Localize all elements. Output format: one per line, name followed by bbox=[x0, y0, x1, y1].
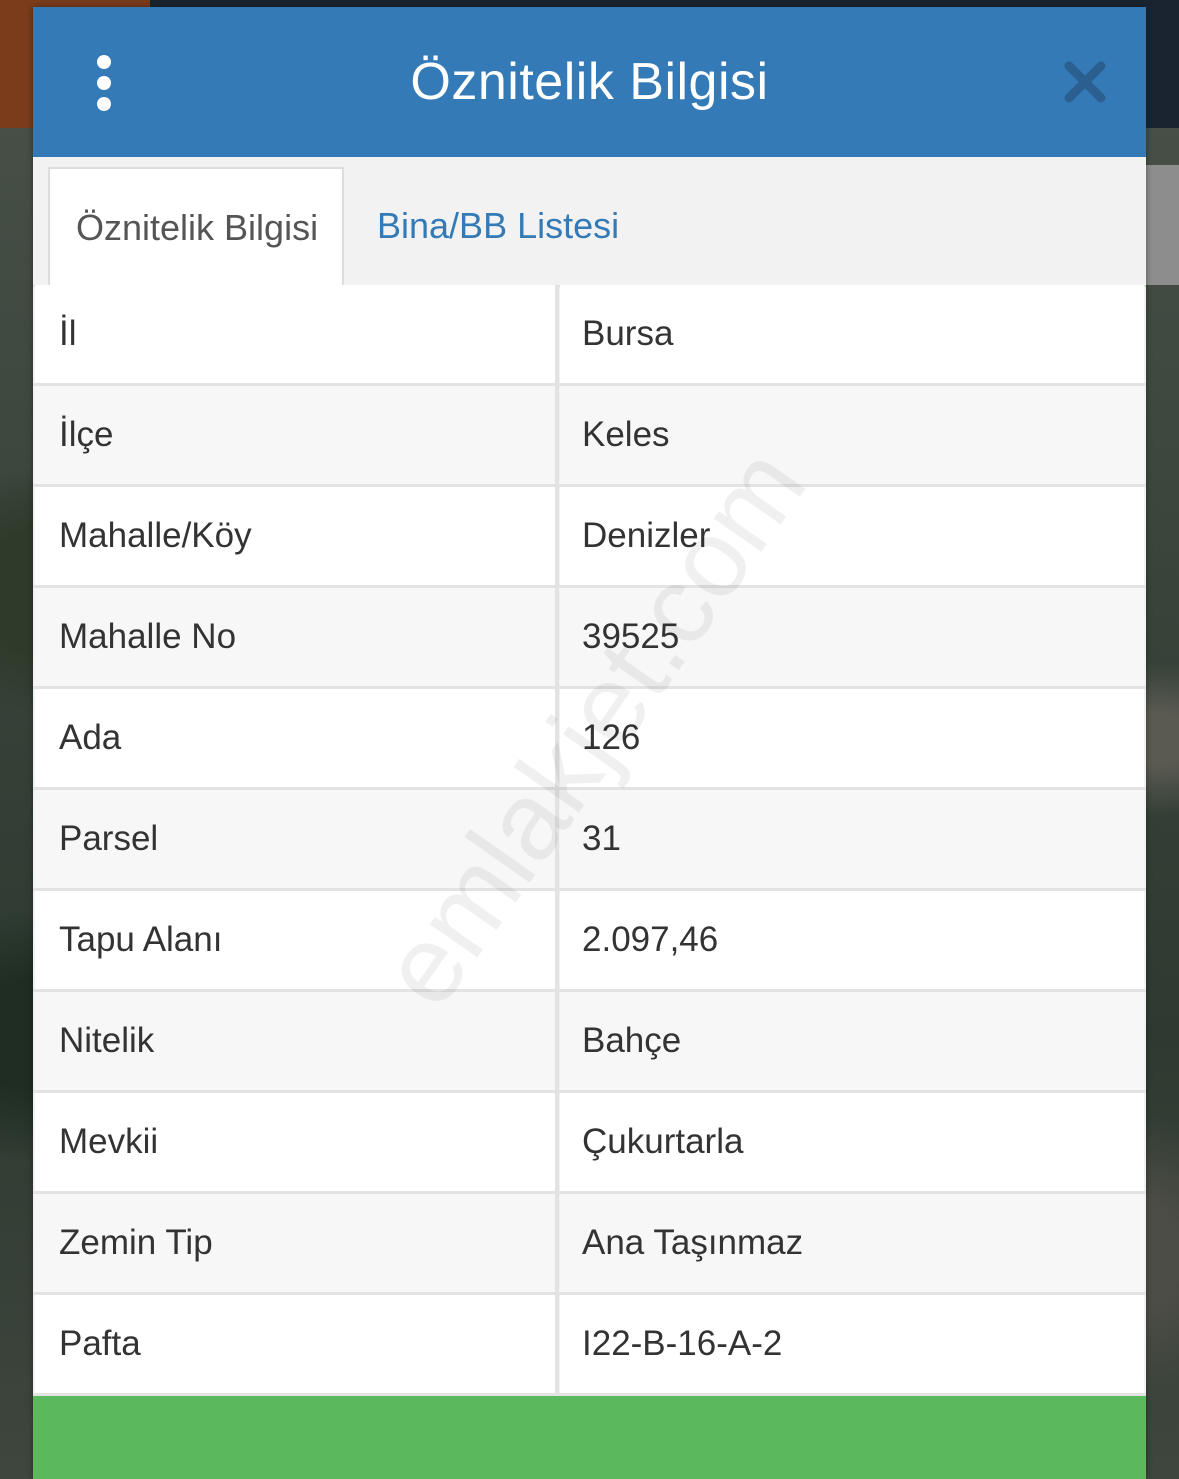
table-row: Mahalle No 39525 bbox=[33, 588, 1146, 689]
vertical-dots-icon[interactable] bbox=[95, 55, 113, 111]
attribute-key: Mevkii bbox=[35, 1093, 557, 1191]
table-row: Nitelik Bahçe bbox=[33, 992, 1146, 1093]
column-divider bbox=[555, 1295, 559, 1396]
table-row: Parsel 31 bbox=[33, 790, 1146, 891]
attribute-key: Tapu Alanı bbox=[35, 891, 557, 989]
table-row: Mahalle/Köy Denizler bbox=[33, 487, 1146, 588]
map-side-control bbox=[1145, 165, 1179, 285]
column-divider bbox=[555, 790, 559, 891]
attribute-value: 31 bbox=[560, 790, 1144, 888]
column-divider bbox=[555, 285, 559, 386]
tab-bar: Öznitelik Bilgisi Bina/BB Listesi bbox=[33, 157, 1146, 287]
tab-attribute-info[interactable]: Öznitelik Bilgisi bbox=[48, 167, 344, 285]
attribute-key: Nitelik bbox=[35, 992, 557, 1090]
column-divider bbox=[555, 487, 559, 588]
attribute-key: İl bbox=[35, 285, 557, 383]
attribute-key: Mahalle No bbox=[35, 588, 557, 686]
close-icon[interactable] bbox=[1063, 60, 1107, 104]
table-row: Ada 126 bbox=[33, 689, 1146, 790]
attribute-value: Denizler bbox=[560, 487, 1144, 585]
modal-header: Öznitelik Bilgisi bbox=[33, 7, 1146, 157]
attribute-key: Pafta bbox=[35, 1295, 557, 1393]
attribute-key: Zemin Tip bbox=[35, 1194, 557, 1292]
column-divider bbox=[555, 689, 559, 790]
footer-action-bar[interactable] bbox=[33, 1396, 1146, 1479]
column-divider bbox=[555, 386, 559, 487]
attribute-value: Keles bbox=[560, 386, 1144, 484]
attribute-table: İl Bursa İlçe Keles Mahalle/Köy Denizler Mahal… bbox=[33, 285, 1146, 1396]
attribute-value: Çukurtarla bbox=[560, 1093, 1144, 1191]
table-row: Tapu Alanı 2.097,46 bbox=[33, 891, 1146, 992]
attribute-value: Ana Taşınmaz bbox=[560, 1194, 1144, 1292]
attribute-value: 126 bbox=[560, 689, 1144, 787]
attribute-key: Parsel bbox=[35, 790, 557, 888]
column-divider bbox=[555, 992, 559, 1093]
column-divider bbox=[555, 1194, 559, 1295]
column-divider bbox=[555, 1093, 559, 1194]
table-row: İl Bursa bbox=[33, 285, 1146, 386]
attribute-value: 39525 bbox=[560, 588, 1144, 686]
modal-title: Öznitelik Bilgisi bbox=[410, 53, 769, 111]
attribute-value: 2.097,46 bbox=[560, 891, 1144, 989]
attribute-info-modal: Öznitelik Bilgisi Öznitelik Bilgisi Bina… bbox=[33, 7, 1146, 1479]
attribute-key: İlçe bbox=[35, 386, 557, 484]
attribute-value: I22-B-16-A-2 bbox=[560, 1295, 1144, 1393]
attribute-value: Bahçe bbox=[560, 992, 1144, 1090]
table-row: Mevkii Çukurtarla bbox=[33, 1093, 1146, 1194]
table-row: Pafta I22-B-16-A-2 bbox=[33, 1295, 1146, 1396]
tab-building-list[interactable]: Bina/BB Listesi bbox=[351, 167, 645, 285]
attribute-key: Ada bbox=[35, 689, 557, 787]
table-row: İlçe Keles bbox=[33, 386, 1146, 487]
column-divider bbox=[555, 588, 559, 689]
attribute-value: Bursa bbox=[560, 285, 1144, 383]
column-divider bbox=[555, 891, 559, 992]
table-row: Zemin Tip Ana Taşınmaz bbox=[33, 1194, 1146, 1295]
attribute-key: Mahalle/Köy bbox=[35, 487, 557, 585]
